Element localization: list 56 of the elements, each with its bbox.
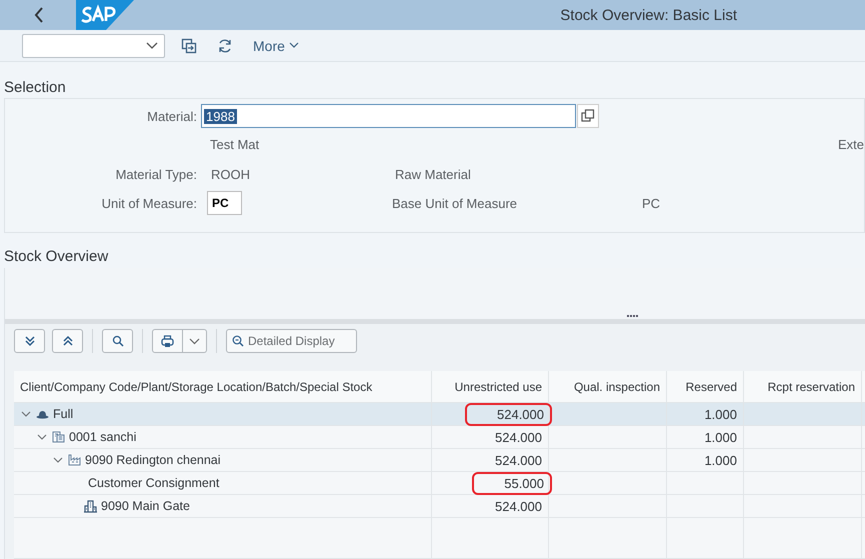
double-chevron-down-icon [24, 335, 36, 347]
printer-icon [161, 334, 174, 348]
section-title: Stock Overview [3, 247, 110, 266]
dropdown-field[interactable] [22, 34, 165, 58]
tree-item[interactable]: Full [53, 407, 74, 421]
tree-item[interactable]: 9090 Main Gate [101, 499, 190, 513]
collapse-icon[interactable] [20, 411, 32, 417]
field-label: Material: [146, 108, 198, 124]
tree-item[interactable]: Customer Consignment [88, 476, 220, 490]
search-button[interactable] [102, 329, 133, 353]
double-chevron-up-icon [62, 335, 74, 347]
unit-field[interactable]: PC [207, 191, 242, 215]
chevron-down-icon [288, 42, 299, 50]
column-header[interactable]: Reserved [667, 371, 744, 402]
collapse-all-button[interactable] [52, 329, 83, 353]
field-label: Base Unit of Measure [392, 196, 518, 210]
tree-item[interactable]: 9090 Redington chennai [85, 453, 221, 467]
copy-icon[interactable] [577, 104, 599, 128]
column-header[interactable]: Unrestricted use [432, 371, 549, 402]
zoom-icon [232, 335, 244, 347]
search-icon [112, 335, 124, 347]
quantity-cell: 1.000 [704, 406, 737, 422]
section-title: Selection [3, 78, 67, 97]
quantity-cell: 524.000 [495, 498, 542, 514]
collapse-icon[interactable] [36, 434, 48, 440]
field-label: Material Type: [114, 166, 198, 182]
column-header[interactable]: Client/Company Code/Plant/Storage Location/Batch/Special Stock [14, 371, 432, 402]
field-label: Unit of Measure: [100, 196, 198, 210]
field-label: Exte [838, 136, 864, 152]
print-button[interactable] [152, 329, 183, 353]
page-title: Stock Overview: Basic List [560, 6, 737, 24]
building-icon [52, 431, 65, 443]
dropdown-button[interactable] [183, 329, 207, 353]
chevron-down-icon [189, 338, 200, 344]
more-button[interactable]: More [247, 36, 305, 55]
column-header[interactable]: Rcpt reservation [744, 371, 862, 402]
chevron-down-icon [146, 42, 158, 50]
hat-icon [36, 410, 49, 418]
material-type-description: Raw Material [395, 166, 471, 182]
collapse-icon[interactable] [52, 457, 64, 463]
material-field[interactable]: 1988 [201, 104, 576, 128]
tree-item[interactable]: 0001 sanchi [69, 430, 136, 444]
material-type-value: ROOH [211, 166, 251, 182]
factory-icon [68, 454, 81, 466]
quantity-cell: 524.000 [495, 452, 542, 468]
back-icon [33, 6, 45, 24]
quantity-cell: 1.000 [704, 452, 737, 468]
detailed-display-button[interactable]: Detailed Display [226, 329, 357, 353]
quantity-cell: 524.000 [495, 430, 542, 444]
logo-icon [76, 0, 134, 30]
warehouse-icon [84, 499, 97, 513]
quantity-cell: 1.000 [704, 430, 737, 444]
unit-value: PC [642, 196, 660, 210]
material-description: Test Mat [210, 136, 260, 152]
column-header[interactable]: Qual. inspection [549, 371, 667, 402]
expand-all-button[interactable] [14, 329, 45, 353]
